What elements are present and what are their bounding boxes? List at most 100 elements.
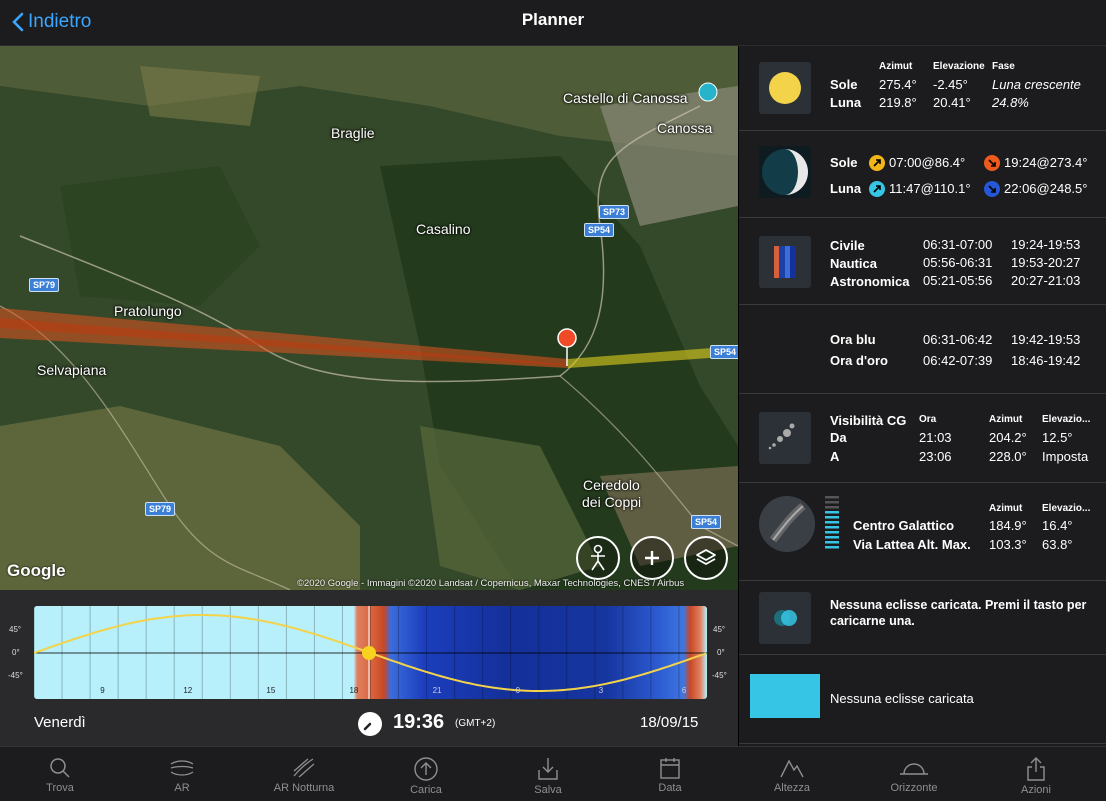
y-tick-left: -45° bbox=[8, 671, 23, 680]
current-time[interactable]: 19:36 bbox=[393, 711, 444, 734]
blue-hour-morning: 06:31-06:42 bbox=[923, 332, 993, 347]
gc-from-elevation: 12.5° bbox=[1042, 430, 1073, 445]
x-tick-label: 3 bbox=[598, 686, 604, 695]
nautical-evening: 19:53-20:27 bbox=[1011, 255, 1081, 270]
plus-icon bbox=[645, 551, 659, 565]
galactic-center-visibility-section[interactable]: Visibilità CG Ora Azimut Elevazio... Da … bbox=[739, 395, 1106, 483]
milky-way-section[interactable]: Azimut Elevazio... Centro Galattico 184.… bbox=[739, 484, 1106, 581]
blue-hour-evening: 19:42-19:53 bbox=[1011, 332, 1081, 347]
map-label-ceredolo: Ceredolo bbox=[583, 477, 640, 493]
gc-from-azimut: 204.2° bbox=[989, 430, 1027, 445]
astronomical-evening: 20:27-21:03 bbox=[1011, 273, 1081, 288]
eclipse-section[interactable]: Nessuna eclisse caricata. Premi il tasto… bbox=[739, 582, 1106, 655]
rise-set-section[interactable]: Sole 07:00@86.4° 19:24@273.4° Luna 11:47… bbox=[739, 132, 1106, 218]
x-tick-label: 0 bbox=[515, 686, 521, 695]
sun-icon bbox=[769, 72, 801, 104]
x-tick-label: 21 bbox=[432, 686, 442, 695]
golden-hour-evening: 18:46-19:42 bbox=[1011, 353, 1081, 368]
calendar-icon bbox=[660, 758, 680, 779]
tab-label: AR bbox=[174, 782, 190, 794]
rise-set-moon-label: Luna bbox=[830, 181, 862, 196]
map-layers-button[interactable] bbox=[684, 536, 728, 580]
map-label-dei-coppi: dei Coppi bbox=[582, 494, 642, 510]
tab-trova[interactable]: Trova bbox=[10, 747, 110, 801]
current-time-sun-marker bbox=[362, 646, 376, 660]
road-label-sp54: SP54 bbox=[691, 515, 722, 529]
map-label-casalino: Casalino bbox=[416, 221, 471, 237]
y-tick-right: -45° bbox=[712, 671, 727, 680]
gc-header-ora: Ora bbox=[919, 414, 937, 425]
tab-carica[interactable]: Carica bbox=[376, 747, 476, 801]
search-icon bbox=[50, 758, 70, 778]
ar-night-icon bbox=[293, 758, 315, 778]
moonrise-arrow-icon bbox=[869, 180, 885, 197]
gc-from-time: 21:03 bbox=[919, 430, 952, 445]
clock-button[interactable] bbox=[358, 712, 382, 736]
clock-icon bbox=[363, 722, 372, 731]
tab-data[interactable]: Data bbox=[620, 747, 720, 801]
no-eclipse-label: Nessuna eclisse caricata bbox=[830, 691, 974, 706]
twilight-bands-icon bbox=[774, 246, 796, 278]
layers-icon bbox=[696, 549, 716, 565]
horizon-icon bbox=[900, 763, 928, 775]
map-attribution: ©2020 Google - Immagini ©2020 Landsat / … bbox=[297, 578, 685, 589]
civil-evening: 19:24-19:53 bbox=[1011, 237, 1081, 252]
tab-label: Orizzonte bbox=[890, 782, 938, 794]
page-title: Planner bbox=[521, 10, 585, 29]
blue-golden-hour-section[interactable]: Ora blu 06:31-06:42 19:42-19:53 Ora d'or… bbox=[739, 306, 1106, 394]
tab-ar[interactable]: AR bbox=[132, 747, 232, 801]
x-tick-label: 9 bbox=[100, 686, 105, 695]
tab-label: AR Notturna bbox=[273, 782, 335, 794]
tab-ar-notturna[interactable]: AR Notturna bbox=[254, 747, 354, 801]
sunset-arrow-icon bbox=[984, 154, 1000, 171]
y-tick-left: 0° bbox=[12, 648, 20, 657]
stars-icon bbox=[768, 423, 795, 450]
twilight-section[interactable]: Civile 06:31-07:00 19:24-19:53 Nautica 0… bbox=[739, 219, 1106, 305]
eclipse-loaded-section[interactable]: Nessuna eclisse caricata bbox=[739, 656, 1106, 744]
tab-label: Salva bbox=[534, 784, 562, 796]
sunrise-arrow-icon bbox=[869, 154, 885, 171]
tab-bar: Trova AR AR Notturna Carica Salva Data A… bbox=[0, 746, 1106, 800]
tab-orizzonte[interactable]: Orizzonte bbox=[864, 747, 964, 801]
tab-label: Data bbox=[658, 782, 682, 794]
sun-elevation-chart bbox=[34, 606, 707, 699]
tab-salva[interactable]: Salva bbox=[498, 747, 598, 801]
tab-label: Azioni bbox=[1021, 784, 1051, 796]
moon-thumbnail bbox=[759, 146, 811, 198]
person-pin-icon bbox=[591, 544, 605, 571]
eclipse-message: Nessuna eclisse caricata. Premi il tasto… bbox=[830, 598, 1087, 628]
google-logo: Google bbox=[7, 561, 66, 580]
sun-moon-position-section[interactable]: Azimut Elevazione Fase Sole 275.4° -2.45… bbox=[739, 46, 1106, 131]
y-tick-right: 45° bbox=[713, 625, 726, 634]
add-pin-button[interactable] bbox=[630, 536, 674, 580]
nautical-label: Nautica bbox=[830, 256, 877, 271]
road-label-sp73: SP73 bbox=[599, 205, 630, 219]
twilight-thumbnail bbox=[759, 236, 811, 288]
sun-thumbnail bbox=[759, 62, 811, 114]
gc-from-label: Da bbox=[830, 430, 847, 445]
tab-altezza[interactable]: Altezza bbox=[742, 747, 842, 801]
moon-phase-name: Luna crescente bbox=[992, 77, 1081, 92]
tab-azioni[interactable]: Azioni bbox=[986, 747, 1086, 801]
timezone-label: (GMT+2) bbox=[455, 718, 496, 729]
x-tick-label: 12 bbox=[183, 686, 193, 695]
header-fase: Fase bbox=[992, 61, 1015, 72]
ar-icon bbox=[170, 760, 194, 776]
x-tick-label: 18 bbox=[349, 686, 359, 695]
gc-header-elevazione: Elevazio... bbox=[1042, 414, 1091, 425]
current-date[interactable]: 18/09/15 bbox=[640, 714, 698, 731]
sun-elevation-graph[interactable]: 9 12 15 18 21 0 3 6 bbox=[34, 606, 707, 699]
galactic-visibility-thumbnail bbox=[759, 412, 811, 464]
info-panel: Azimut Elevazione Fase Sole 275.4° -2.45… bbox=[738, 46, 1106, 746]
x-tick-label: 15 bbox=[266, 686, 276, 695]
road-label-sp54: SP54 bbox=[584, 223, 615, 237]
eclipse-thumbnail bbox=[759, 592, 811, 644]
moon-elevation: 20.41° bbox=[933, 95, 971, 110]
road-label-sp79: SP79 bbox=[29, 278, 60, 292]
satellite-map[interactable]: Castello di Canossa Canossa Braglie Casa… bbox=[0, 46, 738, 590]
moon-label: Luna bbox=[830, 95, 862, 110]
milky-way-icon bbox=[769, 502, 806, 543]
person-marker-button[interactable] bbox=[576, 536, 620, 580]
tab-label: Trova bbox=[46, 782, 74, 794]
gc-to-elevation: Imposta bbox=[1042, 449, 1089, 464]
